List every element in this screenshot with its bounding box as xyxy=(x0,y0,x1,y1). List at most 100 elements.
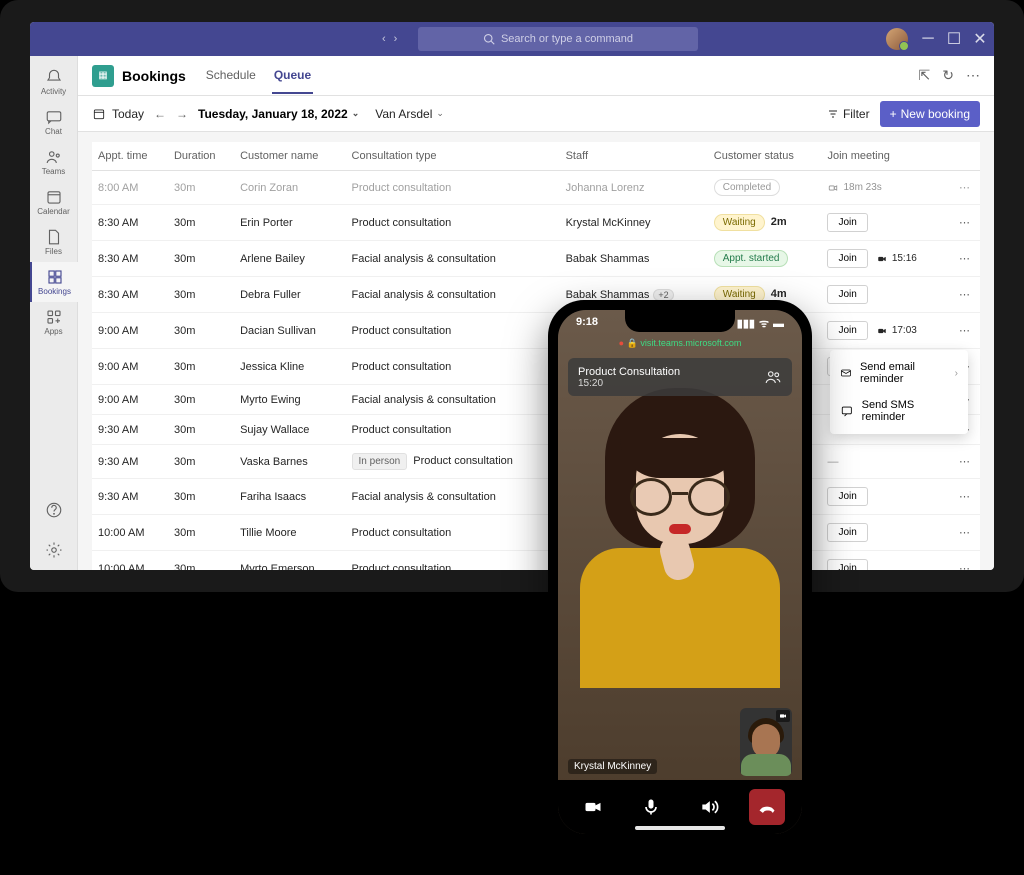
tab-schedule[interactable]: Schedule xyxy=(204,58,258,94)
search-placeholder: Search or type a command xyxy=(501,33,633,45)
cell-time: 8:00 AM xyxy=(92,171,168,205)
cell-join: Join17:03 xyxy=(821,313,946,349)
people-icon[interactable] xyxy=(764,368,782,386)
col-duration[interactable]: Duration xyxy=(168,142,234,171)
row-more-button[interactable]: ⋯ xyxy=(947,313,980,349)
header-tabs: Schedule Queue xyxy=(204,58,313,94)
back-icon[interactable]: ‹ xyxy=(382,33,386,45)
cell-time: 9:30 AM xyxy=(92,479,168,515)
app-header: ▦ Bookings Schedule Queue ⇱ ↻ ⋯ xyxy=(78,56,994,96)
col-consult[interactable]: Consultation type xyxy=(346,142,560,171)
camera-icon xyxy=(776,710,790,722)
col-staff[interactable]: Staff xyxy=(560,142,708,171)
cell-status: Appt. started xyxy=(708,241,822,277)
row-more-button[interactable]: ⋯ xyxy=(947,479,980,515)
send-sms-reminder[interactable]: Send SMS reminder xyxy=(830,392,968,430)
row-more-button[interactable]: ⋯ xyxy=(947,205,980,241)
join-button[interactable]: Join xyxy=(827,523,867,542)
rail-bookings[interactable]: Bookings xyxy=(30,262,78,302)
join-button[interactable]: Join xyxy=(827,285,867,304)
rail-settings[interactable] xyxy=(30,530,78,570)
rail-calendar[interactable]: Calendar xyxy=(30,182,78,222)
minimize-button[interactable]: ─ xyxy=(922,33,934,45)
cell-type: Facial analysis & consultation xyxy=(346,479,560,515)
row-more-button[interactable]: ⋯ xyxy=(947,241,980,277)
org-picker[interactable]: Van Arsdel ⌄ xyxy=(375,107,444,121)
table-row[interactable]: 9:30 AM30mFariha IsaacsFacial analysis &… xyxy=(92,479,980,515)
rail-files[interactable]: Files xyxy=(30,222,78,262)
app-screen: ‹ › Search or type a command ─ ☐ ✕ Activ… xyxy=(30,22,994,570)
refresh-icon[interactable]: ↻ xyxy=(942,67,954,84)
row-more-button[interactable]: ⋯ xyxy=(947,277,980,313)
cell-staff: Krystal McKinney xyxy=(560,205,708,241)
col-join[interactable]: Join meeting xyxy=(821,142,946,171)
row-more-button[interactable]: ⋯ xyxy=(947,515,980,551)
user-avatar[interactable] xyxy=(886,28,908,50)
cell-time: 8:30 AM xyxy=(92,241,168,277)
chevron-down-icon: ⌄ xyxy=(352,108,360,119)
maximize-button[interactable]: ☐ xyxy=(948,33,960,45)
popout-icon[interactable]: ⇱ xyxy=(919,67,931,84)
join-button[interactable]: Join xyxy=(827,487,867,506)
tab-queue[interactable]: Queue xyxy=(272,58,313,94)
join-button[interactable]: Join xyxy=(827,249,867,268)
rail-activity[interactable]: Activity xyxy=(30,62,78,102)
search-input[interactable]: Search or type a command xyxy=(418,27,698,51)
cell-type: Product consultation xyxy=(346,515,560,551)
table-row[interactable]: 10:00 AM30mTillie MooreProduct consultat… xyxy=(92,515,980,551)
table-row[interactable]: 8:30 AM30mDebra FullerFacial analysis & … xyxy=(92,277,980,313)
rail-chat[interactable]: Chat xyxy=(30,102,78,142)
cell-customer: Vaska Barnes xyxy=(234,445,345,479)
toggle-speaker-button[interactable] xyxy=(691,789,727,825)
rail-help[interactable] xyxy=(30,490,78,530)
end-call-button[interactable] xyxy=(749,789,785,825)
forward-icon[interactable]: › xyxy=(394,33,398,45)
cell-status: Completed xyxy=(708,171,822,205)
lock-icon: 🔒 xyxy=(627,338,638,348)
toggle-mic-button[interactable] xyxy=(633,789,669,825)
cell-time: 9:30 AM xyxy=(92,445,168,479)
cell-customer: Debra Fuller xyxy=(234,277,345,313)
col-appt-time[interactable]: Appt. time xyxy=(92,142,168,171)
col-status[interactable]: Customer status xyxy=(708,142,822,171)
col-customer[interactable]: Customer name xyxy=(234,142,345,171)
table-row[interactable]: 8:30 AM30mArlene BaileyFacial analysis &… xyxy=(92,241,980,277)
table-row[interactable]: 9:00 AM30mDacian SullivanProduct consult… xyxy=(92,313,980,349)
history-nav: ‹ › xyxy=(382,33,397,45)
cell-time: 9:00 AM xyxy=(92,385,168,415)
today-button[interactable]: Today xyxy=(92,107,144,121)
toggle-video-button[interactable] xyxy=(575,789,611,825)
app-title: Bookings xyxy=(122,68,186,84)
table-row[interactable]: 8:00 AM30mCorin ZoranProduct consultatio… xyxy=(92,171,980,205)
new-booking-button[interactable]: + New booking xyxy=(880,101,980,127)
close-button[interactable]: ✕ xyxy=(974,33,986,45)
rail-teams[interactable]: Teams xyxy=(30,142,78,182)
row-more-button[interactable]: ⋯ xyxy=(947,551,980,571)
join-button[interactable]: Join xyxy=(827,321,867,340)
row-more-button[interactable]: ⋯ xyxy=(947,171,980,205)
home-indicator[interactable] xyxy=(635,826,725,830)
table-row[interactable]: 10:00 AM30mMyrto EmersonProduct consulta… xyxy=(92,551,980,571)
row-more-button[interactable]: ⋯ xyxy=(947,445,980,479)
join-button[interactable]: Join xyxy=(827,559,867,570)
cell-time: 8:30 AM xyxy=(92,277,168,313)
next-day-button[interactable]: → xyxy=(176,107,188,121)
tablet-frame: ‹ › Search or type a command ─ ☐ ✕ Activ… xyxy=(0,0,1024,592)
more-icon[interactable]: ⋯ xyxy=(966,67,980,84)
cell-duration: 30m xyxy=(168,349,234,385)
table-row[interactable]: 9:30 AM30mVaska BarnesIn personProduct c… xyxy=(92,445,980,479)
cell-time: 9:00 AM xyxy=(92,313,168,349)
join-button[interactable]: Join xyxy=(827,213,867,232)
prev-day-button[interactable]: ← xyxy=(154,107,166,121)
self-view[interactable] xyxy=(740,708,792,776)
cell-time: 10:00 AM xyxy=(92,515,168,551)
phone-notch xyxy=(625,310,735,332)
phone-screen: 9:18 ▮▮▮ ᯤ ▬ ● 🔒 visit.teams.microsoft.c… xyxy=(558,310,802,834)
date-picker[interactable]: Tuesday, January 18, 2022 ⌄ xyxy=(198,107,359,121)
cell-staff: Johanna Lorenz xyxy=(560,171,708,205)
filter-button[interactable]: Filter xyxy=(827,107,870,121)
table-row[interactable]: 8:30 AM30mErin PorterProduct consultatio… xyxy=(92,205,980,241)
rail-apps[interactable]: Apps xyxy=(30,302,78,342)
send-email-reminder[interactable]: Send email reminder › xyxy=(830,354,968,392)
row-context-menu: Send email reminder › Send SMS reminder xyxy=(830,350,968,434)
